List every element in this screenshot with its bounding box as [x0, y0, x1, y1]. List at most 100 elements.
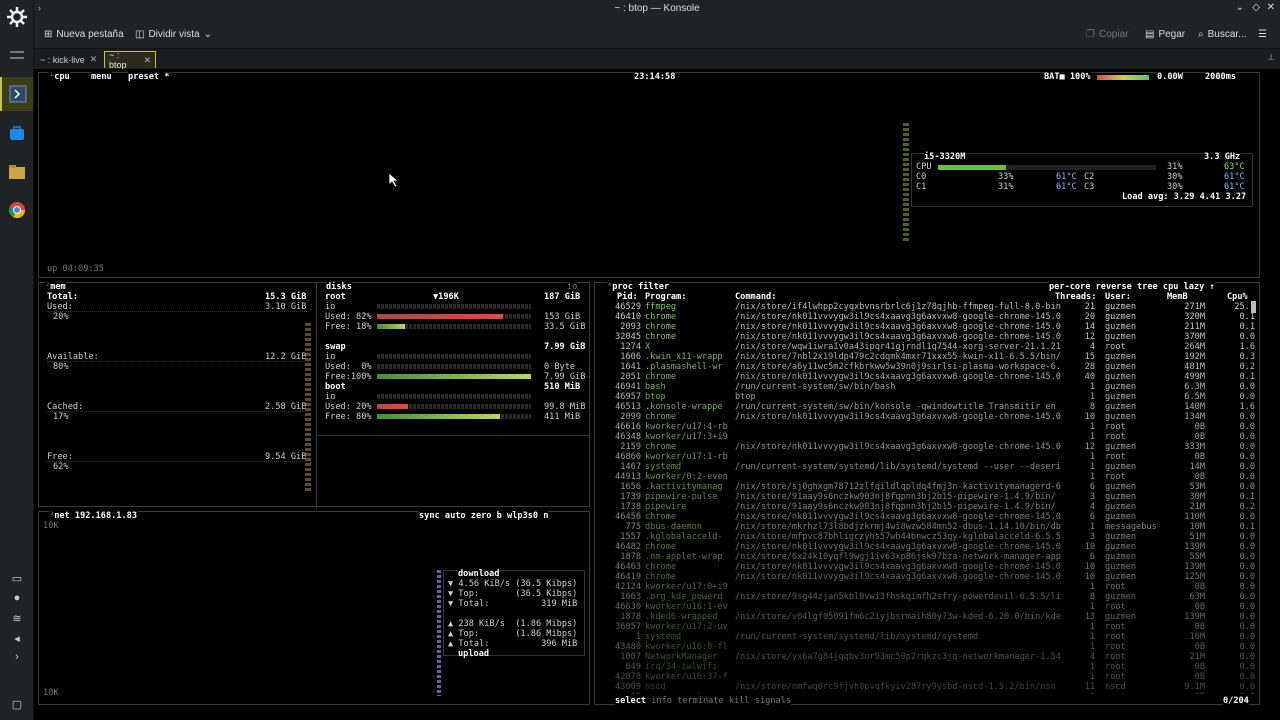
sync-toggle[interactable]: sync [419, 511, 440, 521]
process-row[interactable]: 46482 chrome/nix/store/nk011vvvygw3il9cs4… [605, 542, 1259, 552]
process-row[interactable]: 46463 chrome/nix/store/nk011vvvygw3il9cs4… [605, 562, 1259, 572]
io-toggle[interactable]: io [567, 282, 577, 292]
tab-btop[interactable]: ~ : btop ✕ [104, 50, 156, 70]
show-desktop-icon[interactable]: ▢ [9, 697, 25, 711]
process-row[interactable]: 649 irq/34-iwlwifi 1 root 0B 0.0 [605, 662, 1259, 672]
info-button[interactable]: info [651, 696, 672, 706]
filter-button[interactable]: filter [638, 282, 669, 292]
process-row[interactable]: 46456 chrome/nix/store/nk011vvvygw3il9cs4… [605, 512, 1259, 522]
process-row[interactable]: 43480 kworker/u16:0-fl 1 root 0B 0.0 [605, 642, 1259, 652]
process-row[interactable]: 42124 kworker/u17:0+i9 1 root 0B 0.0 [605, 582, 1259, 592]
sort-selector[interactable]: cpu lazy [1163, 282, 1204, 292]
menu-tag[interactable]: menu [91, 72, 112, 82]
process-row[interactable]: 1739 pipewire-pulse/nix/store/91aay9s6ncz… [605, 492, 1259, 502]
files-taskbar-icon[interactable] [0, 155, 33, 189]
chrome-taskbar-icon[interactable] [0, 193, 33, 227]
process-row[interactable]: 1663 .org_kde_powerd/nix/store/9sg44zjan5… [605, 592, 1259, 602]
update-interval[interactable]: 2000ms [1205, 72, 1237, 82]
scrollbar-thumb[interactable] [1251, 301, 1256, 313]
store-taskbar-icon[interactable] [0, 116, 33, 150]
process-row[interactable]: 775 dbus-daemon/nix/store/mkrhzl73l8bdjzk… [605, 522, 1259, 532]
close-tab-icon[interactable]: ✕ [90, 54, 98, 65]
new-tab-button[interactable]: ⊞ Nueva pestaña [44, 26, 124, 42]
process-row[interactable]: 1641 .plasmashell-wr/nix/store/a6y11wc5m2… [605, 362, 1259, 372]
next-iface-toggle[interactable]: n [543, 511, 548, 521]
col-memb[interactable]: MemB [1167, 292, 1188, 302]
col-threads[interactable]: Threads: [1055, 292, 1096, 302]
proc-tag[interactable]: proc [612, 282, 633, 292]
microphone-icon[interactable]: ● [9, 591, 25, 605]
select-button[interactable]: select [615, 696, 646, 706]
col-cpu[interactable]: Cpu% [1227, 292, 1248, 302]
cell-memb: 0B [1194, 472, 1205, 482]
auto-toggle[interactable]: auto [445, 511, 466, 521]
per-core-toggle[interactable]: per-core [1049, 282, 1090, 292]
process-row[interactable]: 46860 kworker/u17:1-rb 1 root 0B 0.0 [605, 452, 1259, 462]
zero-toggle[interactable]: zero [471, 511, 492, 521]
process-row[interactable]: 2099 chrome/nix/store/nk011vvvygw3il9cs4x… [605, 412, 1259, 422]
disks-tag[interactable]: disks [326, 282, 352, 292]
chevron-right-icon[interactable]: › [9, 650, 25, 664]
terminate-button[interactable]: terminate [677, 696, 724, 706]
preset-tag[interactable]: preset * [128, 72, 169, 82]
paste-button[interactable]: ▤ Pegar [1145, 26, 1185, 42]
process-row[interactable]: 1738 pipewire/nix/store/91aay9s6nczkw903n… [605, 502, 1259, 512]
tree-toggle[interactable]: tree [1137, 282, 1158, 292]
signals-button[interactable]: signals [755, 696, 791, 706]
search-button[interactable]: ⌕ Buscar... [1198, 26, 1247, 42]
process-row[interactable]: 1878 .nm-applet-wrap/nix/store/6x24k10yqf… [605, 552, 1259, 562]
maximize-icon[interactable]: ◇ [1252, 2, 1260, 13]
process-row[interactable]: 1007 NetworkManager/nix/store/yx6a7g84jqq… [605, 652, 1259, 662]
pin-icon[interactable]: ⟂ [1268, 52, 1274, 63]
process-row[interactable]: 46957 btop btop 1 guzmen 6.5M 0.0 [605, 392, 1259, 402]
process-row[interactable]: 46410 chrome/nix/store/nk011vvvygw3il9cs4… [605, 312, 1259, 322]
process-row[interactable]: 1606 .kwin_x11-wrapp/nix/store/7nbl2x19ld… [605, 352, 1259, 362]
col-user[interactable]: User: [1105, 292, 1131, 302]
switcher-icon[interactable] [0, 38, 33, 72]
close-tab-icon[interactable]: ✕ [143, 55, 151, 66]
prev-iface-toggle[interactable]: b [497, 511, 502, 521]
hamburger-menu-icon[interactable]: ☰ [1258, 26, 1267, 42]
mem-tag[interactable]: mem [50, 282, 66, 292]
konsole-taskbar-icon[interactable] [0, 77, 33, 111]
process-row[interactable]: 1878 .kded6-wrapped/nix/store/v04lgf05091… [605, 612, 1259, 622]
volume-icon[interactable]: ◂ [9, 631, 25, 645]
cpu-tag[interactable]: cpu [54, 72, 70, 82]
process-row[interactable]: 2093 chrome/nix/store/nk011vvvygw3il9cs4x… [605, 322, 1259, 332]
process-row[interactable]: 46941 bash/run/current-system/sw/bin/bash… [605, 382, 1259, 392]
process-row[interactable]: 36057 kworker/u17:2-uv 1 root 0B 0.0 [605, 622, 1259, 632]
process-row[interactable]: 42878 kworker/u16:37-f 1 root 0B 0.0 [605, 672, 1259, 682]
process-row[interactable]: 1467 systemd/run/current-system/systemd/l… [605, 462, 1259, 472]
close-icon[interactable]: ✕ [1267, 2, 1275, 13]
process-row[interactable]: 46513 .konsole-wrappe/run/current-system/… [605, 402, 1259, 412]
process-row[interactable]: 1 systemd/run/current-system/systemd/lib/… [605, 632, 1259, 642]
col-command[interactable]: Command: [735, 292, 776, 302]
wifi-icon[interactable]: ≋ [9, 611, 25, 625]
process-row[interactable]: 1557 .kglobalacceld- /nix/store/mfpvc87bhl… [605, 532, 1259, 542]
process-row[interactable]: 46616 kworker/u17:4-rb 1 root 0B 0.0 [605, 422, 1259, 432]
process-row[interactable]: 46630 kworker/u16:1-ev 1 root 0B 0.0 [605, 602, 1259, 612]
process-row[interactable]: 1274 X/nix/store/wqw1iwra1v0a43ipqr41gjrn… [605, 342, 1259, 352]
process-row[interactable]: 46348 kworker/u17:3+i9 1 root 0B 0.0 [605, 432, 1259, 442]
process-row[interactable]: 44913 kworker/0:2-even 1 root 0B 0.0 [605, 472, 1259, 482]
process-row[interactable]: 46419 chrome/nix/store/nk011vvvygw3il9cs4… [605, 572, 1259, 582]
minimize-icon[interactable]: ⌄ [1236, 2, 1244, 13]
process-row[interactable]: 32045 chrome/nix/store/nk011vvvygw3il9cs4… [605, 332, 1259, 342]
process-row[interactable]: 2159 chrome/nix/store/nk011vvvygw3il9cs4x… [605, 442, 1259, 452]
app-launcher-icon[interactable] [0, 0, 33, 34]
process-row[interactable]: 2051 chrome/nix/store/nk011vvvygw3il9cs4x… [605, 372, 1259, 382]
col-pid[interactable]: Pid: [617, 292, 638, 302]
net-tag[interactable]: net [54, 511, 70, 521]
terminal-view[interactable]: ¹cpu menu preset * 23:14:58 BAT■ 100% 0.… [34, 69, 1280, 720]
col-program[interactable]: Program: [645, 292, 686, 302]
reverse-toggle[interactable]: reverse [1096, 282, 1132, 292]
clipboard-icon[interactable]: ▭ [9, 571, 25, 585]
copy-button[interactable]: ❐ Copiar [1086, 26, 1128, 42]
tab-kick-live[interactable]: ~ : kick-live ✕ [36, 51, 102, 68]
process-row[interactable]: 1656 .kactivitymanag/nix/store/sj0ghxgm78… [605, 482, 1259, 492]
process-row[interactable]: 43009 nscd/nix/store/nmfwq0rc9fjvh0pvqfky… [605, 682, 1259, 692]
split-view-button[interactable]: ◫ Dividir vista ⌄ [135, 26, 212, 42]
kill-button[interactable]: kill [729, 696, 750, 706]
process-row[interactable]: 46529 ffmpeg/nix/store/if4lwhpp2cyqxbvnsr… [605, 302, 1259, 312]
process-row[interactable]: 19 rcu_preempt 1 root0B 0.0 [605, 692, 1259, 694]
